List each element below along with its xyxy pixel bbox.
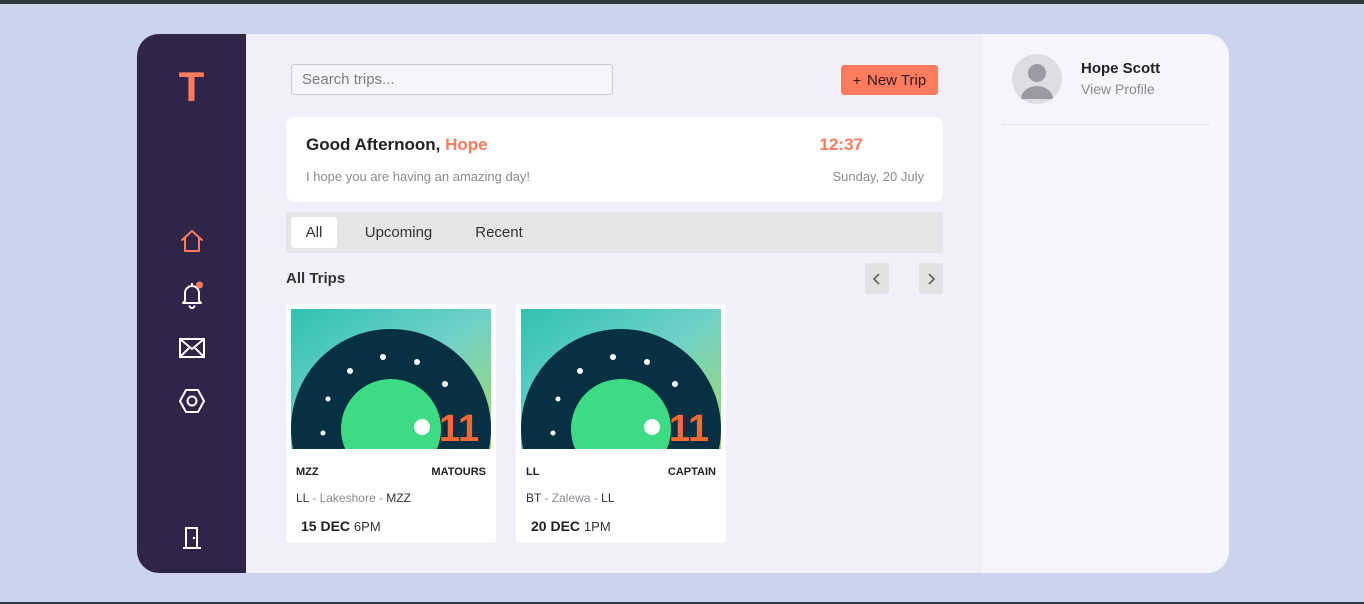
trip-image: 11	[291, 309, 491, 449]
trip-image: 11	[521, 309, 721, 449]
tab-recent[interactable]: Recent	[460, 217, 538, 248]
greeting-name: Hope	[445, 135, 488, 154]
trip-time: 6PM	[353, 519, 381, 534]
trip-route: BT - Zalewa - LL	[526, 491, 615, 505]
route-separator: -	[590, 491, 602, 505]
app-shell: T Search trips... + New Trip Good Aftern…	[137, 34, 1229, 573]
trip-company: CAPTAIN	[667, 466, 716, 478]
greeting-title: Good Afternoon, Hope	[306, 135, 488, 155]
route-start: BT	[526, 491, 542, 505]
settings-icon[interactable]	[177, 386, 207, 416]
chevron-left-icon	[872, 272, 880, 285]
tab-upcoming[interactable]: Upcoming	[347, 217, 450, 248]
window-top-border	[0, 0, 1364, 4]
divider	[1002, 124, 1209, 125]
section-title: All Trips	[286, 270, 346, 287]
profile-name: Hope Scott	[1081, 60, 1161, 77]
route-separator: -	[541, 491, 552, 505]
user-icon	[1021, 64, 1053, 99]
view-profile-link[interactable]: View Profile	[1081, 81, 1155, 97]
plus-icon: +	[852, 72, 861, 88]
trip-card[interactable]: 11 MZZ MATOURS LL - Lakeshore - MZZ 15 D…	[286, 304, 496, 543]
trip-datetime: 15 DEC 6PM	[301, 518, 381, 534]
route-separator: -	[308, 491, 320, 505]
trip-time: 1PM	[583, 519, 611, 534]
notification-badge	[196, 281, 203, 289]
route-start: LL	[296, 491, 309, 505]
route-end: MZZ	[386, 491, 411, 505]
trip-image-badge: 11	[669, 408, 709, 449]
route-end: LL	[601, 491, 615, 505]
chevron-right-icon	[928, 272, 936, 285]
trip-company: MATOURS	[431, 466, 486, 478]
tab-all[interactable]: All	[291, 217, 337, 248]
current-time: 12:37	[819, 135, 863, 154]
previous-button[interactable]	[865, 263, 889, 294]
trip-code: MZZ	[296, 466, 319, 478]
route-separator: -	[375, 491, 387, 505]
current-date: Sunday, 20 July	[832, 169, 924, 184]
greeting-prefix: Good Afternoon,	[306, 135, 446, 154]
search-input[interactable]	[291, 64, 613, 95]
bell-icon[interactable]	[177, 280, 207, 310]
trip-image-badge: 11	[439, 408, 479, 449]
trip-filter-tabs: All Upcoming Recent	[286, 212, 943, 253]
next-button[interactable]	[919, 263, 943, 294]
logout-door-icon[interactable]	[177, 523, 207, 553]
mail-icon[interactable]	[177, 333, 207, 363]
avatar[interactable]	[1012, 54, 1062, 104]
new-trip-label: New Trip	[867, 71, 927, 89]
trip-date: 15 DEC	[301, 518, 351, 534]
greeting-subtitle: I hope you are having an amazing day!	[306, 169, 531, 184]
route-mid: Zalewa	[551, 491, 591, 505]
greeting-card: Good Afternoon, Hope 12:37 I hope you ar…	[286, 117, 943, 202]
main-content: + New Trip Good Afternoon, Hope 12:37 I …	[246, 34, 982, 573]
trip-datetime: 20 DEC 1PM	[531, 518, 611, 534]
trip-code: LL	[526, 466, 540, 478]
profile-panel: Hope Scott View Profile	[982, 34, 1229, 573]
app-logo: T	[178, 63, 205, 110]
new-trip-button[interactable]: + New Trip	[841, 65, 938, 95]
home-icon[interactable]	[177, 226, 207, 256]
trip-card[interactable]: 11 LL CAPTAIN BT - Zalewa - LL 20 DEC 1P…	[516, 304, 726, 543]
sidebar: T	[137, 34, 246, 573]
route-mid: Lakeshore	[319, 491, 376, 505]
trip-route: LL - Lakeshore - MZZ	[296, 491, 411, 505]
trip-date: 20 DEC	[531, 518, 581, 534]
